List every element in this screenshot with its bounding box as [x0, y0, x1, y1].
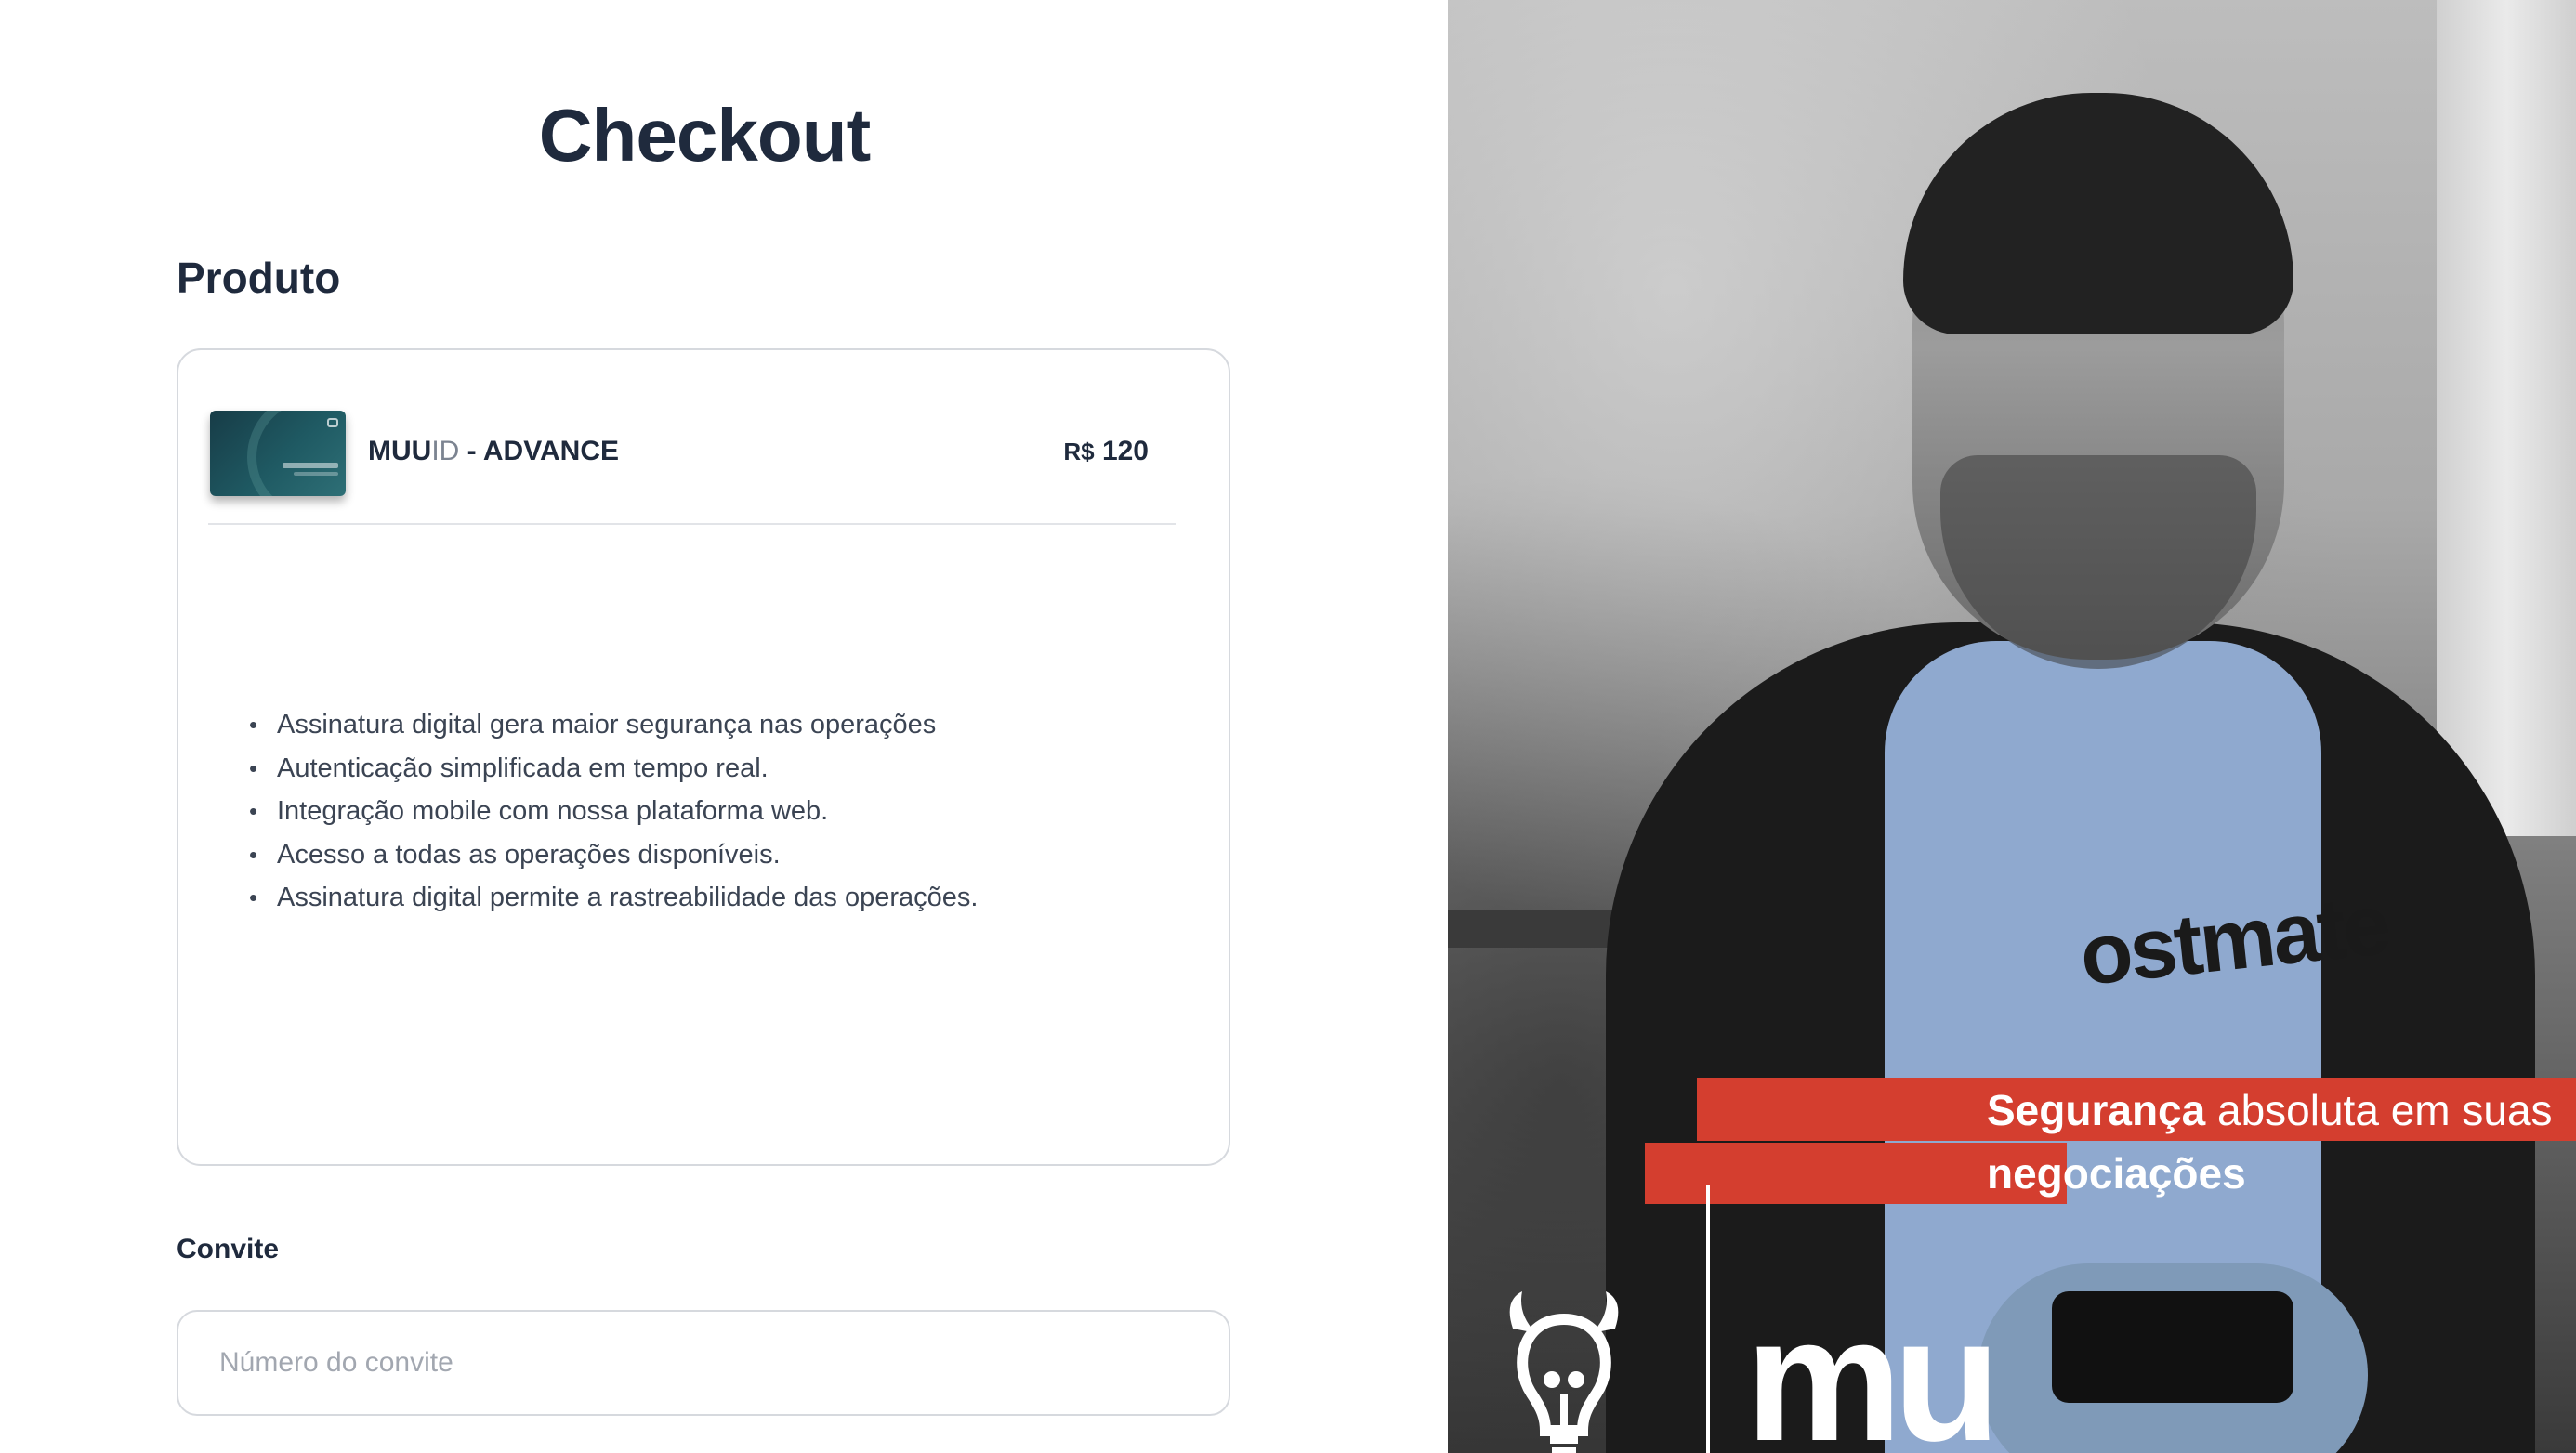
- invite-label: Convite: [177, 1234, 280, 1264]
- tagline-bold: Segurança: [1987, 1086, 2206, 1134]
- feature-item: Acesso a todas as operações disponíveis.: [249, 833, 978, 877]
- product-divider: [208, 523, 1176, 525]
- product-name-light: ID: [431, 436, 460, 466]
- feature-item: Autenticação simplificada em tempo real.: [249, 747, 978, 791]
- hero-image: ostmate Segurança absoluta em suas negoc…: [1448, 0, 2576, 1453]
- product-price: R$ 120: [1063, 436, 1149, 467]
- brand-logo: mu: [1745, 1281, 2001, 1453]
- product-name-rest: - ADVANCE: [459, 436, 619, 466]
- price-value: 120: [1101, 436, 1149, 466]
- product-name: MUUID - ADVANCE: [368, 436, 619, 467]
- bull-lightbulb-icon: [1509, 1291, 1619, 1453]
- tagline-rest: absoluta em suas: [2205, 1086, 2553, 1134]
- phone-icon: [2052, 1291, 2293, 1403]
- page-title: Checkout: [538, 94, 872, 177]
- feature-item: Integração mobile com nossa plataforma w…: [249, 790, 978, 833]
- product-section-title: Produto: [177, 254, 341, 302]
- product-card-image: [210, 411, 346, 496]
- feature-item: Assinatura digital gera maior segurança …: [249, 703, 978, 747]
- tagline-line-1: Segurança absoluta em suas: [1987, 1085, 2553, 1135]
- logo-separator: [1706, 1185, 1710, 1453]
- feature-list: Assinatura digital gera maior segurança …: [249, 703, 978, 920]
- product-name-bold: MUU: [368, 436, 432, 466]
- product-card: MUUID - ADVANCE R$ 120 Assinatura digita…: [177, 348, 1230, 1166]
- hero-person-photo: [1606, 84, 2535, 1453]
- checkout-panel: Checkout Produto MUUID - ADVANCE R$ 120 …: [0, 0, 1448, 1453]
- price-currency: R$: [1063, 438, 1095, 465]
- card-logo-icon: [327, 418, 338, 427]
- feature-item: Assinatura digital permite a rastreabili…: [249, 876, 978, 920]
- tagline-line-2: negociações: [1987, 1149, 2246, 1198]
- invite-number-input[interactable]: [177, 1310, 1230, 1416]
